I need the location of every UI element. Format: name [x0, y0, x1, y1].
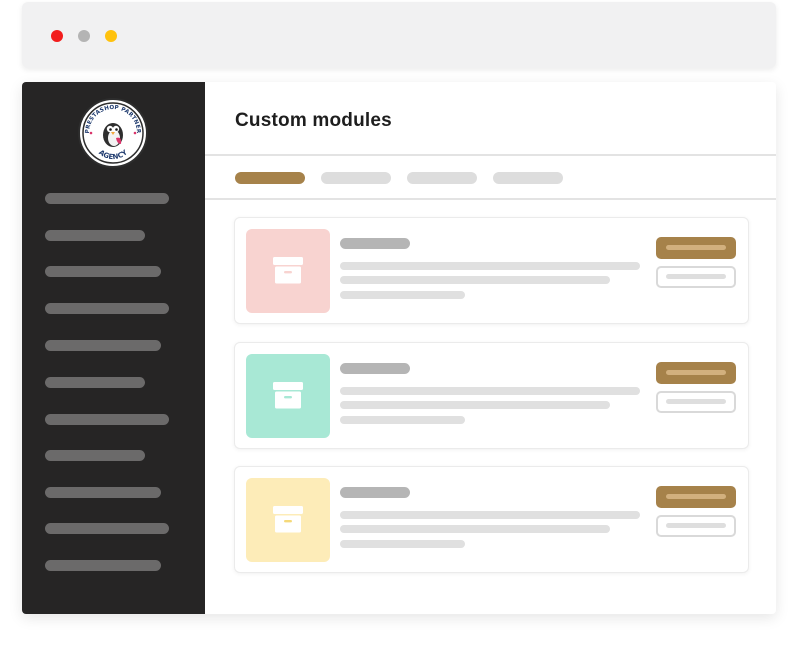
module-card[interactable]	[234, 217, 749, 324]
sidebar-item[interactable]	[45, 230, 145, 241]
button-label-placeholder	[666, 370, 726, 375]
archive-box-icon	[273, 382, 303, 409]
prestashop-partner-agency-logo: PRESTASHOP PARTNER AGENCY	[78, 98, 148, 168]
module-secondary-button[interactable]	[656, 266, 736, 288]
module-description-line	[340, 540, 465, 548]
module-card[interactable]	[234, 342, 749, 449]
sidebar-item[interactable]	[45, 266, 161, 277]
tabs-divider	[205, 198, 776, 200]
maximize-window-button[interactable]	[105, 30, 117, 42]
button-label-placeholder	[666, 274, 726, 279]
button-label-placeholder	[666, 245, 726, 250]
module-description-line	[340, 525, 610, 533]
module-thumbnail	[246, 478, 330, 562]
module-description-line	[340, 401, 610, 409]
close-window-button[interactable]	[51, 30, 63, 42]
header-divider	[205, 154, 776, 156]
module-description-line	[340, 291, 465, 299]
sidebar-item[interactable]	[45, 377, 145, 388]
sidebar-item[interactable]	[45, 340, 161, 351]
module-title-placeholder	[340, 363, 410, 374]
tab-4[interactable]	[493, 172, 563, 184]
tab-2[interactable]	[321, 172, 391, 184]
sidebar-item[interactable]	[45, 487, 161, 498]
module-description-line	[340, 262, 640, 270]
module-thumbnail	[246, 229, 330, 313]
module-secondary-button[interactable]	[656, 515, 736, 537]
sidebar-item[interactable]	[45, 303, 169, 314]
module-secondary-button[interactable]	[656, 391, 736, 413]
module-card[interactable]	[234, 466, 749, 573]
module-primary-button[interactable]	[656, 362, 736, 384]
tab-active[interactable]	[235, 172, 305, 184]
prestashop-penguin-icon	[103, 123, 123, 147]
sidebar-item[interactable]	[45, 414, 169, 425]
button-label-placeholder	[666, 523, 726, 528]
sidebar-item[interactable]	[45, 523, 169, 534]
module-description-line	[340, 511, 640, 519]
sidebar: PRESTASHOP PARTNER AGENCY	[22, 82, 205, 614]
sidebar-item[interactable]	[45, 193, 169, 204]
sidebar-item[interactable]	[45, 450, 145, 461]
module-title-placeholder	[340, 487, 410, 498]
module-primary-button[interactable]	[656, 237, 736, 259]
sidebar-item[interactable]	[45, 560, 161, 571]
main-panel: Custom modules	[205, 82, 776, 614]
window-titlebar	[22, 2, 776, 68]
app-window: PRESTASHOP PARTNER AGENCY Custom modules	[22, 82, 776, 614]
module-description-line	[340, 276, 610, 284]
module-thumbnail	[246, 354, 330, 438]
page-title: Custom modules	[235, 110, 392, 131]
button-label-placeholder	[666, 399, 726, 404]
module-description-line	[340, 416, 465, 424]
minimize-window-button[interactable]	[78, 30, 90, 42]
module-title-placeholder	[340, 238, 410, 249]
archive-box-icon	[273, 506, 303, 533]
archive-box-icon	[273, 257, 303, 284]
tab-3[interactable]	[407, 172, 477, 184]
module-description-line	[340, 387, 640, 395]
button-label-placeholder	[666, 494, 726, 499]
module-primary-button[interactable]	[656, 486, 736, 508]
